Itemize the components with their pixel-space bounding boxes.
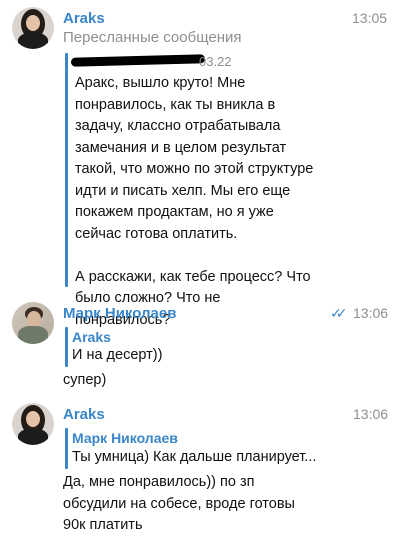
message-time: 13:05 [352, 10, 388, 26]
forward-bar [65, 53, 68, 287]
reply-text[interactable]: Ты умница) Как дальше планирует... [72, 447, 316, 469]
message-text: супер) [63, 372, 107, 388]
double-check-icon: ✓✓ [330, 305, 348, 321]
forward-time: 03.22 [199, 54, 232, 69]
avatar-mark[interactable] [12, 302, 54, 344]
reply-author[interactable]: Марк Николаев [72, 430, 178, 446]
redaction-mark [70, 54, 206, 67]
reply-text[interactable]: И на десерт)) [72, 345, 162, 367]
message-time: 13:06 [353, 406, 389, 422]
sender-name[interactable]: Araks [63, 10, 105, 27]
forwarded-label: Пересланные сообщения [63, 29, 242, 46]
avatar-araks[interactable] [12, 7, 54, 49]
avatar-araks[interactable] [12, 403, 54, 445]
message-text: Да, мне понравилось)) по зп обсудили на … [63, 474, 295, 533]
message-time: 13:06 [353, 305, 389, 321]
sender-name[interactable]: Марк Николаев [63, 305, 176, 322]
reply-bar[interactable] [65, 327, 68, 367]
forwarded-message-text: Аракс, вышло круто! Мне понравилось, как… [75, 75, 314, 328]
sender-name[interactable]: Araks [63, 406, 105, 423]
reply-bar[interactable] [65, 428, 68, 469]
reply-author[interactable]: Araks [72, 329, 111, 345]
